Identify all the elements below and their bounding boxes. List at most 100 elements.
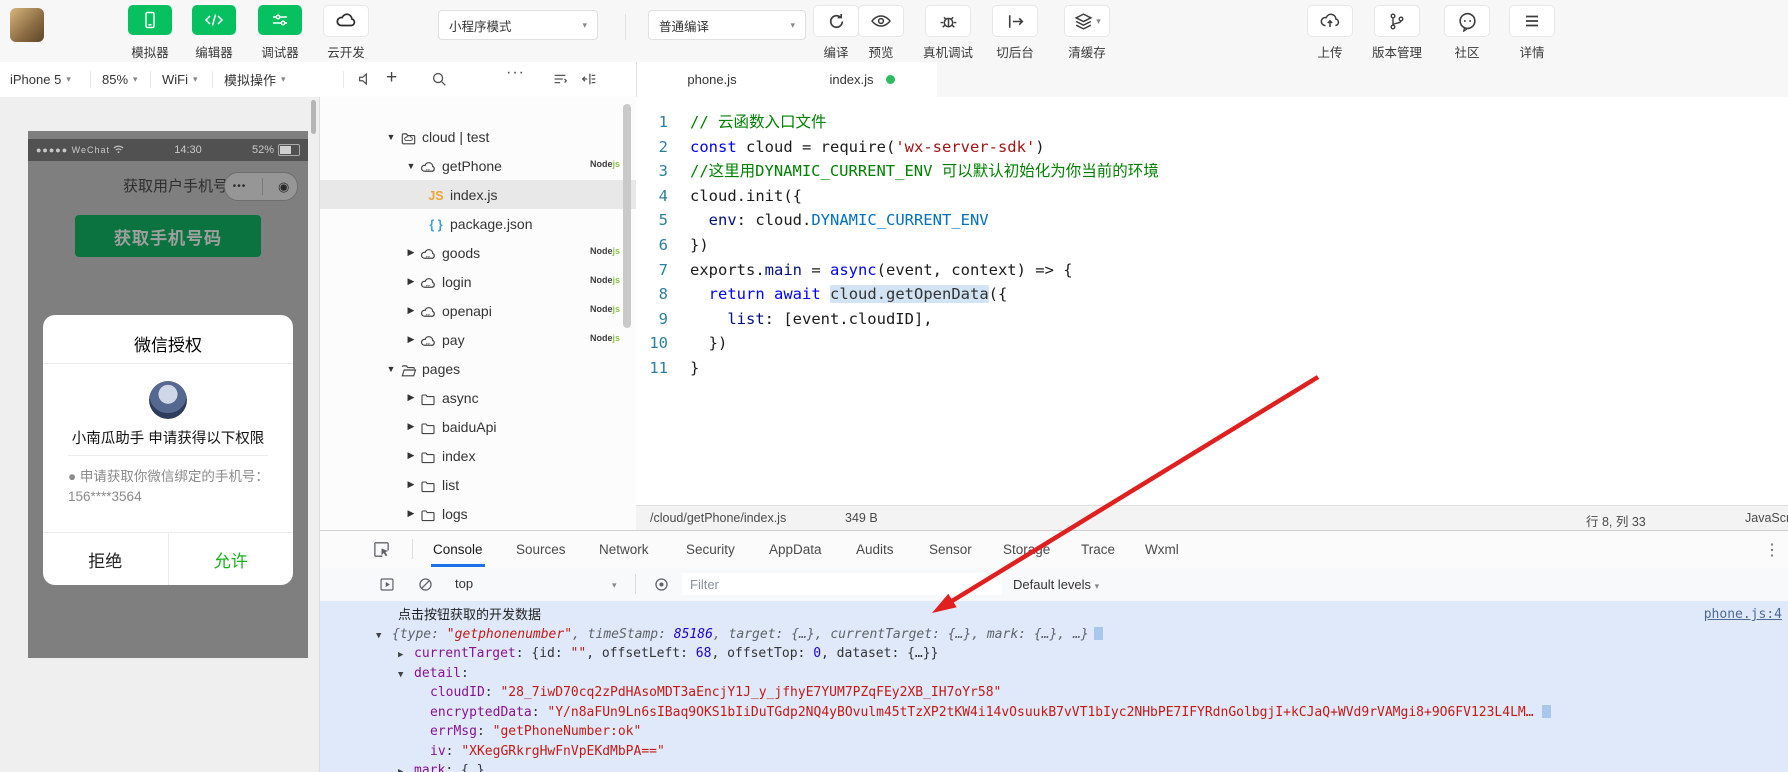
remote-debug-bug-icon[interactable]	[925, 5, 971, 37]
devtools-tab-sensor[interactable]: Sensor	[929, 531, 972, 567]
devtools-tab-audits[interactable]: Audits	[856, 531, 894, 567]
code-editor[interactable]: 1// 云函数入口文件 2 const cloud = require('wx-se…	[636, 97, 1788, 505]
code-line-7: 7 exports.main = async(event, context) =>…	[636, 258, 1788, 283]
tree-item-index-js[interactable]: JS index.js	[320, 180, 636, 209]
eye-watch-icon[interactable]	[653, 576, 670, 596]
allow-button[interactable]: 允许	[169, 533, 294, 585]
line-number: 8	[658, 285, 668, 304]
line-number: 3	[658, 162, 668, 181]
tree-expander-icon[interactable]: ▶	[404, 305, 418, 316]
zoom-selector[interactable]: 85% ▾	[102, 62, 138, 97]
tree-expander-icon[interactable]: ▶	[404, 450, 418, 461]
tree-item-async[interactable]: ▶ async	[320, 383, 636, 412]
devtools-tab-wxml[interactable]: Wxml	[1145, 531, 1179, 567]
tree-expander-icon[interactable]: ▶	[404, 247, 418, 258]
tree-expander-icon[interactable]: ▶	[404, 508, 418, 519]
scrollbar-thumb[interactable]	[311, 100, 316, 134]
devtools-tab-storage[interactable]: Storage	[1003, 531, 1050, 567]
tree-item-login[interactable]: ▶ login Nodejs	[320, 267, 636, 296]
tree-item-label: logs	[442, 505, 468, 522]
mode-dropdown[interactable]: 小程序模式 ▾	[438, 10, 598, 40]
chevron-down-icon: ▾	[582, 19, 587, 30]
devtools-tab-network[interactable]: Network	[599, 531, 649, 567]
tree-item-baiduapi[interactable]: ▶ baiduApi	[320, 412, 636, 441]
clear-cache-layers-icon[interactable]: ▾	[1064, 5, 1110, 37]
version-branch-icon[interactable]	[1374, 5, 1420, 37]
devtools-tab-appdata[interactable]: AppData	[769, 531, 822, 567]
tree-item-pay[interactable]: ▶ pay Nodejs	[320, 325, 636, 354]
divider	[150, 71, 151, 88]
upload-cloud-icon[interactable]	[1307, 5, 1353, 37]
tree-expander-icon[interactable]: ▼	[404, 161, 418, 171]
tree-expander-icon[interactable]: ▶	[404, 421, 418, 432]
details-menu-button[interactable]: 详情	[1487, 0, 1577, 62]
close-mini-icon[interactable]: ◉	[278, 179, 289, 195]
network-selector[interactable]: WiFi ▾	[162, 62, 198, 97]
debugger-sliders-icon[interactable]	[258, 5, 302, 35]
cloud-dev-button[interactable]: 云开发	[301, 0, 391, 62]
tree-item-goods[interactable]: ▶ goods Nodejs	[320, 238, 636, 267]
clear-cache-layers-button[interactable]: ▾ 清缓存	[1042, 0, 1132, 62]
compile-mode-dropdown[interactable]: 普通编译 ▾	[648, 10, 806, 40]
details-menu-icon[interactable]	[1509, 5, 1555, 37]
mute-speaker-icon[interactable]	[356, 70, 374, 91]
top-toolbar: 模拟器 编辑器 调试器 云开发 小程序模式 ▾ 普通编译 ▾ 编译 预览 真机调试 切后台 ▾…	[0, 0, 1788, 63]
log-levels-select[interactable]: Default levels ▾	[1013, 577, 1099, 592]
get-phone-number-button[interactable]: 获取手机号码	[75, 215, 261, 257]
filter-input[interactable]: Filter	[682, 573, 1002, 595]
tree-item-openapi[interactable]: ▶ openapi Nodejs	[320, 296, 636, 325]
simulate-actions-selector[interactable]: 模拟操作 ▾	[224, 62, 286, 97]
line-number: 1	[658, 113, 668, 131]
secondary-toolbar: iPhone 5 ▾ 85% ▾ WiFi ▾ 模拟操作 ▾ + ··· phone.j…	[0, 62, 1788, 98]
selection-box	[1093, 626, 1103, 640]
more-options-icon[interactable]: ···	[506, 64, 525, 82]
frame-play-icon[interactable]	[378, 576, 396, 596]
tree-item-index[interactable]: ▶ index	[320, 441, 636, 470]
tab-phone-js[interactable]: phone.js	[637, 62, 788, 97]
preview-eye-icon[interactable]	[858, 5, 904, 37]
device-selector[interactable]: iPhone 5 ▾	[10, 62, 71, 97]
console-log-row: encryptedData: "Y/n8aFUn9Ln6sIBaq9OKS1bI…	[320, 703, 1788, 723]
cloud-function-icon	[418, 332, 438, 348]
tree-item-list[interactable]: ▶ list	[320, 470, 636, 499]
frame-context-select[interactable]: top	[455, 576, 473, 591]
clear-console-icon[interactable]	[417, 576, 434, 596]
editor-code-icon[interactable]	[192, 5, 236, 35]
devtools-tab-sources[interactable]: Sources	[516, 531, 566, 567]
page-title: 获取用户手机号	[122, 178, 228, 195]
devtools-tab-security[interactable]: Security	[686, 531, 735, 567]
scrollbar-thumb[interactable]	[623, 104, 631, 328]
cloud-dev-icon[interactable]	[323, 5, 369, 37]
background-switch-icon[interactable]	[992, 5, 1038, 37]
capsule-menu[interactable]: ••• ◉	[224, 172, 298, 201]
more-icon[interactable]: •••	[233, 181, 247, 192]
search-icon[interactable]	[430, 70, 448, 91]
tree-expander-icon[interactable]: ▶	[404, 276, 418, 287]
tree-item-cloud-test[interactable]: ▼ cloud | test	[320, 122, 636, 151]
tree-item-pages[interactable]: ▼ pages	[320, 354, 636, 383]
user-avatar[interactable]	[10, 8, 44, 42]
collapse-panel-icon[interactable]	[580, 70, 598, 91]
devtools-tab-console[interactable]: Console	[431, 531, 485, 567]
simulator-phone-icon[interactable]	[128, 5, 172, 35]
devtools-tab-trace[interactable]: Trace	[1081, 531, 1115, 567]
kebab-menu-icon[interactable]: ⋮	[1764, 540, 1780, 560]
expand-arrow-icon[interactable]: ▶	[398, 763, 414, 772]
tree-expander-icon[interactable]: ▶	[404, 392, 418, 403]
tree-item-logs[interactable]: ▶ logs	[320, 499, 636, 528]
tree-expander-icon[interactable]: ▼	[384, 132, 398, 142]
tree-expander-icon[interactable]: ▼	[384, 364, 398, 374]
inspect-element-icon[interactable]	[372, 540, 391, 562]
tree-expander-icon[interactable]: ▶	[404, 479, 418, 490]
tree-item-package-json[interactable]: { } package.json	[320, 209, 636, 238]
deny-button[interactable]: 拒绝	[43, 533, 169, 585]
tree-item-label: getPhone	[442, 157, 502, 174]
community-chat-icon[interactable]	[1444, 5, 1490, 37]
source-link[interactable]: phone.js:4	[1704, 605, 1782, 625]
tree-expander-icon[interactable]: ▶	[404, 334, 418, 345]
add-file-icon[interactable]: +	[386, 67, 397, 89]
language-mode[interactable]: JavaScript	[1745, 511, 1788, 525]
tab-index-js[interactable]: index.js	[787, 62, 938, 97]
tree-item-getphone[interactable]: ▼ getPhone Nodejs	[320, 151, 636, 180]
sort-lines-icon[interactable]	[551, 70, 569, 91]
